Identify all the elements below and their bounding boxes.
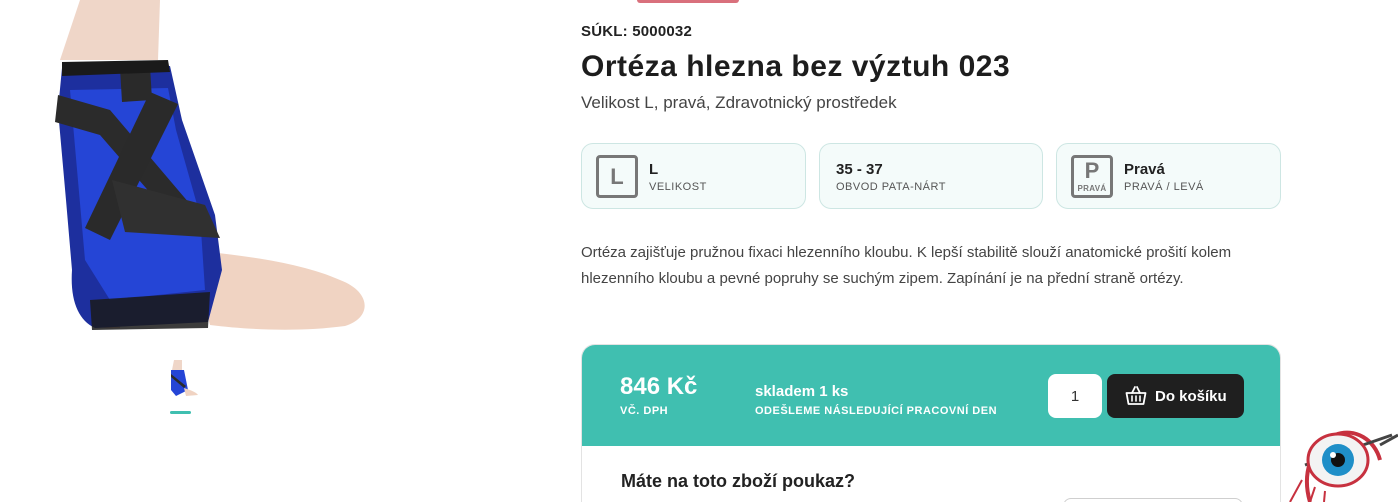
product-gallery [0, 0, 420, 502]
top-accent-bar [637, 0, 739, 3]
side-letter-icon: P PRAVÁ [1071, 155, 1113, 198]
voucher-title: Máte na toto zboží poukaz? [621, 471, 855, 491]
side-letter-caption: PRAVÁ [1077, 184, 1107, 193]
product-thumbnail[interactable] [166, 360, 200, 402]
product-main-image[interactable] [0, 0, 420, 345]
shipping-note: ODEŠLEME NÁSLEDUJÍCÍ PRACOVNÍ DEN [755, 405, 998, 417]
thumbnail-active-indicator [170, 411, 191, 414]
size-letter-icon: L [596, 155, 638, 198]
param-value: 35 - 37 [836, 161, 883, 178]
basket-icon [1125, 386, 1147, 405]
param-label: VELIKOST [649, 181, 707, 193]
param-size: L L VELIKOST [581, 143, 806, 209]
price-vat-note: VČ. DPH [620, 405, 669, 417]
mascot-eye-icon[interactable] [1280, 405, 1398, 502]
stock-status: skladem 1 ks [755, 383, 849, 400]
param-side: P PRAVÁ Pravá PRAVÁ / LEVÁ [1056, 143, 1281, 209]
add-to-cart-label: Do košíku [1155, 387, 1227, 405]
param-label: OBVOD PATA-NÁRT [836, 181, 946, 193]
param-value: Pravá [1124, 161, 1165, 178]
price: 846 Kč [620, 373, 698, 400]
sukl-code: SÚKL: 5000032 [581, 23, 692, 40]
buy-box-header: 846 Kč VČ. DPH skladem 1 ks ODEŠLEME NÁS… [582, 345, 1280, 446]
voucher-input[interactable] [1063, 498, 1243, 502]
param-label: PRAVÁ / LEVÁ [1124, 181, 1204, 193]
add-to-cart-button[interactable]: Do košíku [1107, 374, 1244, 418]
product-subtitle: Velikost L, pravá, Zdravotnický prostřed… [581, 93, 897, 112]
param-circumference: 35 - 37 OBVOD PATA-NÁRT [819, 143, 1043, 209]
param-value: L [649, 161, 659, 178]
side-letter: P [1084, 158, 1100, 183]
product-title: Ortéza hlezna bez výztuh 023 [581, 50, 1011, 83]
product-description: Ortéza zajišťuje pružnou fixaci hlezenní… [581, 244, 1232, 287]
quantity-input[interactable] [1048, 374, 1102, 418]
buy-box: 846 Kč VČ. DPH skladem 1 ks ODEŠLEME NÁS… [581, 344, 1281, 502]
